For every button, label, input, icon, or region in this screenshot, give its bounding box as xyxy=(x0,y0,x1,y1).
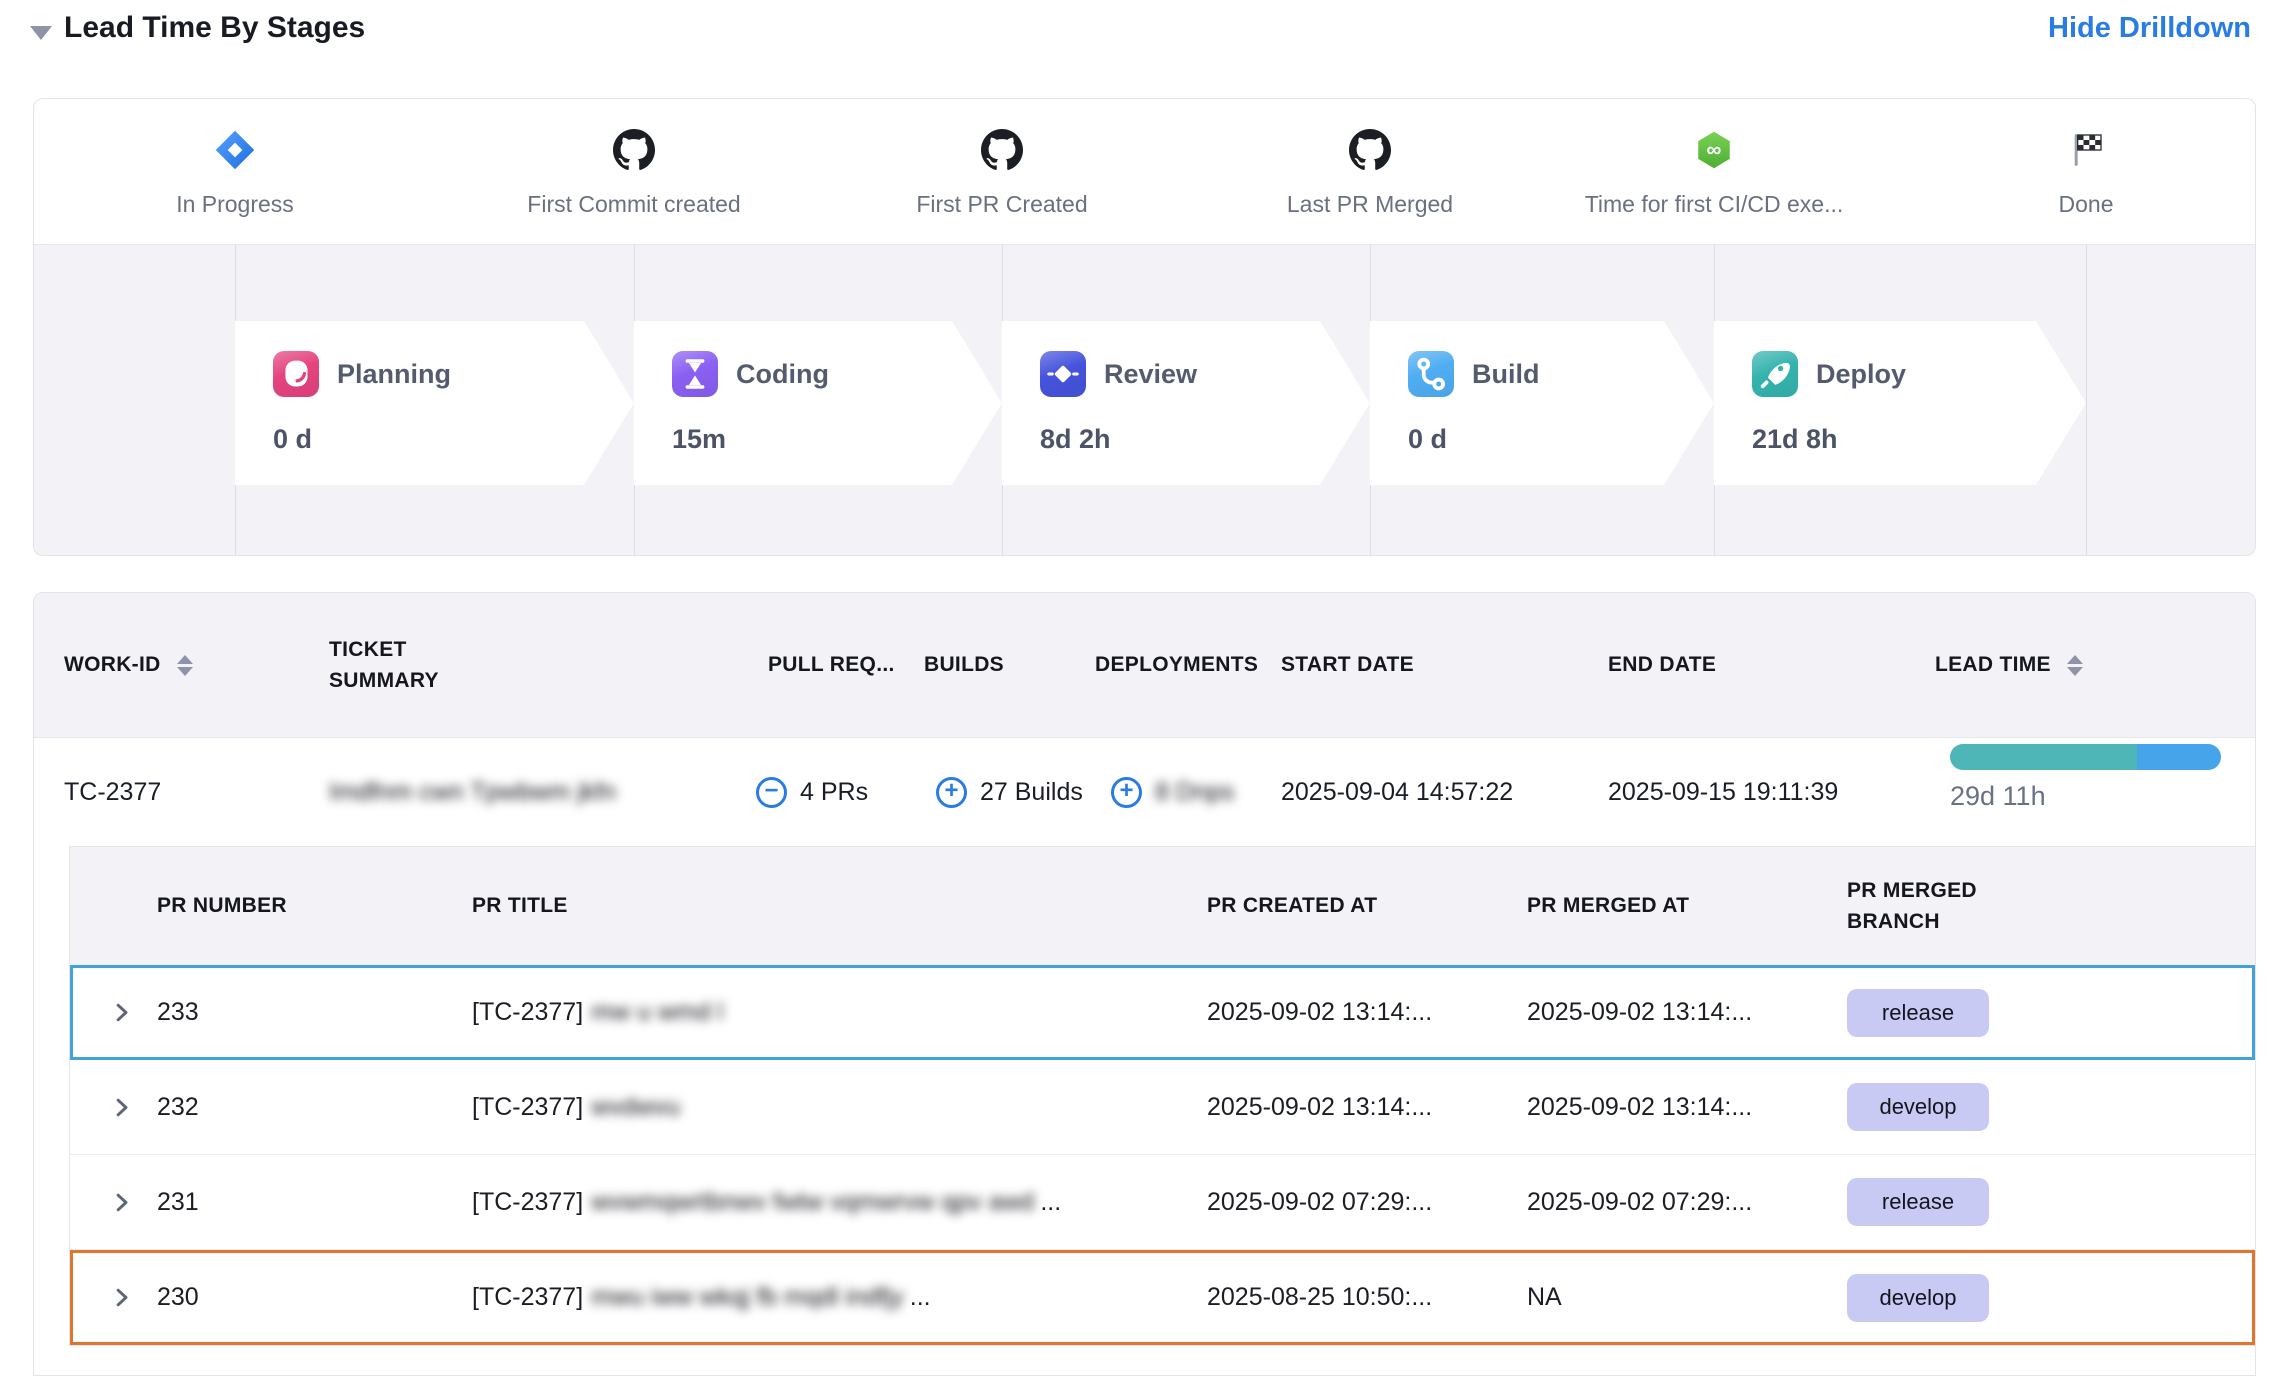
pr-branch-cell: develop xyxy=(1847,1250,1989,1345)
pr-title: [TC-2377]wvdwvu xyxy=(472,1060,686,1154)
col-ticket-summary: TICKET SUMMARY xyxy=(329,593,504,737)
panel-header: Lead Time By Stages Hide Drilldown xyxy=(0,0,2291,90)
pr-table-row[interactable]: 231 [TC-2377]wvwmqwrtbnwv fwtw vqmwrvw q… xyxy=(70,1155,2255,1250)
expand-deployments-button[interactable]: + xyxy=(1111,777,1142,808)
end-date-value: 2025-09-15 19:11:39 xyxy=(1608,738,1838,846)
start-date-value: 2025-09-04 14:57:22 xyxy=(1281,738,1513,846)
branch-badge: release xyxy=(1847,989,1989,1037)
pr-title: [TC-2377]mw u wmd l xyxy=(472,965,729,1060)
pr-merged-at: 2025-09-02 13:14:... xyxy=(1527,965,1752,1060)
work-item-row[interactable]: TC-2377 Imdfnm cwn Tpwbwm jkfn − 4 PRs +… xyxy=(34,738,2255,846)
col-pull-requests: PULL REQ... xyxy=(768,593,895,737)
cicd-icon: ∞ xyxy=(1584,125,1844,175)
coding-icon xyxy=(672,351,718,397)
chevron-right-icon[interactable] xyxy=(108,1060,135,1154)
pr-created-at: 2025-09-02 13:14:... xyxy=(1207,1060,1432,1154)
stage-planning: Planning 0 d xyxy=(235,321,634,485)
pr-number: 230 xyxy=(157,1250,199,1345)
pr-title: [TC-2377]wvwmqwrtbnwv fwtw vqmwrvw qpv a… xyxy=(472,1155,1061,1249)
lead-time-by-stages-panel: Lead Time By Stages Hide Drilldown In Pr… xyxy=(0,0,2291,1376)
stage-build: Build 0 d xyxy=(1370,321,1714,485)
build-icon xyxy=(1408,351,1454,397)
drilldown-table: WORK-ID TICKET SUMMARY PULL REQ... BUILD… xyxy=(33,592,2256,1376)
stage-deploy: Deploy 21d 8h xyxy=(1714,321,2086,485)
github-icon xyxy=(1240,125,1500,175)
collapse-triangle-icon[interactable] xyxy=(30,26,52,40)
ticket-summary-redacted: Imdfnm cwn Tpwbwm jkfn xyxy=(329,738,719,846)
drilldown-table-header: WORK-ID TICKET SUMMARY PULL REQ... BUILD… xyxy=(34,593,2255,738)
stage-coding: Coding 15m xyxy=(634,321,1002,485)
divider xyxy=(2086,245,2087,555)
pr-title: [TC-2377]mwu iww wkqj fb mqdl indfjy... xyxy=(472,1250,931,1345)
col-deployments: DEPLOYMENTS xyxy=(1095,593,1258,737)
sort-lead-time-button[interactable] xyxy=(2067,655,2083,676)
branch-badge: release xyxy=(1847,1178,1989,1226)
deployments-cell: + 8 Dnps xyxy=(1111,738,1234,846)
pr-table-header: PR NUMBER PR TITLE PR CREATED AT PR MERG… xyxy=(70,847,2255,965)
page-title: Lead Time By Stages xyxy=(64,11,365,45)
col-pr-merged-branch: PR MERGED BRANCH xyxy=(1847,847,2012,965)
branch-badge: develop xyxy=(1847,1083,1989,1131)
pr-number: 231 xyxy=(157,1155,199,1249)
pr-created-at: 2025-09-02 13:14:... xyxy=(1207,965,1432,1060)
chevron-right-icon[interactable] xyxy=(108,965,135,1060)
expand-builds-button[interactable]: + xyxy=(936,777,967,808)
col-pr-number: PR NUMBER xyxy=(157,847,287,965)
lead-time-cell: 29d 11h xyxy=(1950,744,2221,812)
col-pr-merged-at: PR MERGED AT xyxy=(1527,847,1689,965)
col-work-id: WORK-ID xyxy=(64,593,193,737)
github-icon xyxy=(872,125,1132,175)
pr-table-row[interactable]: 230 [TC-2377]mwu iww wkqj fb mqdl indfjy… xyxy=(70,1250,2255,1345)
lead-time-bar-teal-segment xyxy=(1950,744,2137,770)
pr-created-at: 2025-08-25 10:50:... xyxy=(1207,1250,1432,1345)
pr-number: 233 xyxy=(157,965,199,1060)
jira-icon xyxy=(105,125,365,175)
sort-work-id-button[interactable] xyxy=(177,655,193,676)
milestone-done: Done xyxy=(1956,125,2216,218)
collapse-prs-button[interactable]: − xyxy=(756,777,787,808)
checkered-flag-icon xyxy=(1956,125,2216,175)
col-lead-time: LEAD TIME xyxy=(1935,593,2083,737)
stages-card: In Progress First Commit created First P… xyxy=(33,98,2256,556)
pr-branch-cell: develop xyxy=(1847,1060,1989,1154)
col-end-date: END DATE xyxy=(1608,593,1716,737)
milestone-last-pr-merged: Last PR Merged xyxy=(1240,125,1500,218)
lead-time-value: 29d 11h xyxy=(1950,781,2221,812)
col-pr-created-at: PR CREATED AT xyxy=(1207,847,1377,965)
pr-created-at: 2025-09-02 07:29:... xyxy=(1207,1155,1432,1249)
chevron-right-icon[interactable] xyxy=(108,1155,135,1249)
chevron-right-icon[interactable] xyxy=(108,1250,135,1345)
lead-time-bar-blue-segment xyxy=(2137,744,2221,770)
pr-branch-cell: release xyxy=(1847,965,1989,1060)
lead-time-bar xyxy=(1950,744,2221,770)
pr-merged-at: NA xyxy=(1527,1250,1562,1345)
milestone-cicd: ∞ Time for first CI/CD exe... xyxy=(1584,125,1844,218)
milestone-first-commit: First Commit created xyxy=(504,125,764,218)
pr-merged-at: 2025-09-02 13:14:... xyxy=(1527,1060,1752,1154)
milestone-first-pr: First PR Created xyxy=(872,125,1132,218)
svg-text:∞: ∞ xyxy=(1707,139,1722,162)
review-icon xyxy=(1040,351,1086,397)
pr-merged-at: 2025-09-02 07:29:... xyxy=(1527,1155,1752,1249)
hide-drilldown-link[interactable]: Hide Drilldown xyxy=(2048,12,2251,45)
planning-icon xyxy=(273,351,319,397)
stage-review: Review 8d 2h xyxy=(1002,321,1370,485)
pr-table-row[interactable]: 232 [TC-2377]wvdwvu 2025-09-02 13:14:...… xyxy=(70,1060,2255,1155)
col-start-date: START DATE xyxy=(1281,593,1414,737)
branch-badge: develop xyxy=(1847,1274,1989,1322)
stage-zone: Planning 0 d Coding 15m xyxy=(34,244,2255,555)
deploy-rocket-icon xyxy=(1752,351,1798,397)
pull-requests-cell: − 4 PRs xyxy=(756,738,868,846)
work-id-value: TC-2377 xyxy=(64,738,161,846)
pr-table: PR NUMBER PR TITLE PR CREATED AT PR MERG… xyxy=(69,846,2256,1346)
col-pr-title: PR TITLE xyxy=(472,847,568,965)
builds-cell: + 27 Builds xyxy=(936,738,1083,846)
pr-table-row[interactable]: 233 [TC-2377]mw u wmd l 2025-09-02 13:14… xyxy=(70,965,2255,1060)
github-icon xyxy=(504,125,764,175)
pr-number: 232 xyxy=(157,1060,199,1154)
col-builds: BUILDS xyxy=(924,593,1004,737)
milestone-in-progress: In Progress xyxy=(105,125,365,218)
pr-branch-cell: release xyxy=(1847,1155,1989,1249)
